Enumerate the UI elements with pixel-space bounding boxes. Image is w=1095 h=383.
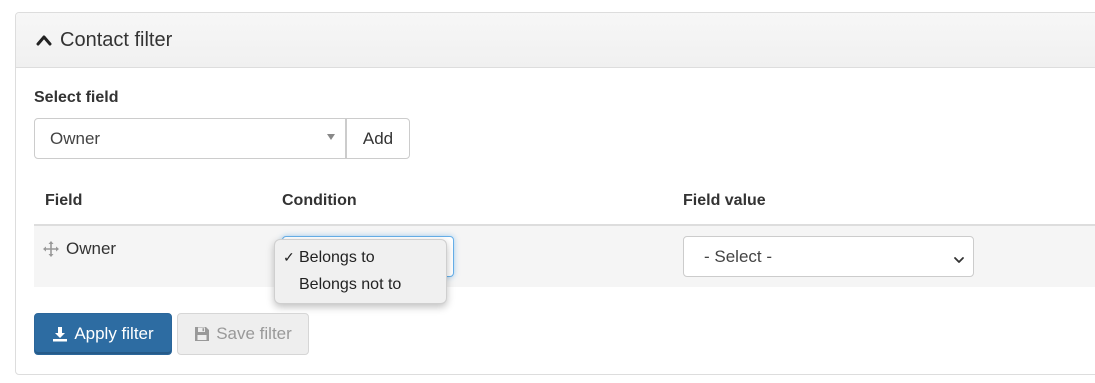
add-button[interactable]: Add [346,118,410,159]
condition-dropdown-menu: ✓ Belongs to Belongs not to [274,239,447,304]
column-header-field: Field [45,192,83,209]
caret-down-icon [327,134,335,140]
apply-filter-label: Apply filter [74,324,154,343]
panel-heading[interactable]: Contact filter [16,13,1095,68]
field-select[interactable]: Owner [34,118,346,159]
move-handle-icon[interactable] [43,241,59,257]
dropdown-option-belongs-to[interactable]: Belongs to [299,249,375,267]
apply-filter-button[interactable]: Apply filter [34,313,172,355]
field-value-select[interactable]: - Select - [683,236,974,277]
checkmark-icon: ✓ [283,249,295,265]
row-field-name: Owner [66,239,117,258]
floppy-disk-icon [195,327,210,341]
download-icon [53,327,68,342]
field-select-value: Owner [50,128,101,148]
panel-title: Contact filter [60,28,173,51]
save-filter-button[interactable]: Save filter [177,313,309,355]
chevron-down-icon [953,251,965,263]
column-header-condition: Condition [282,192,357,209]
field-value-select-value: - Select - [704,246,773,266]
column-header-field-value: Field value [683,192,766,209]
save-filter-label: Save filter [216,324,292,343]
dropdown-option-belongs-not-to[interactable]: Belongs not to [299,276,401,294]
select-field-label: Select field [34,89,119,106]
chevron-up-icon[interactable] [34,30,54,50]
